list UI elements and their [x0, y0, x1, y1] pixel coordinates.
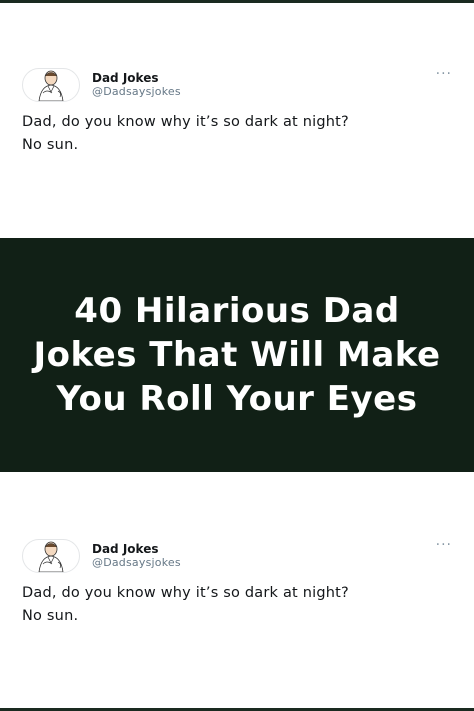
cartoon-dad-avatar-icon [38, 541, 64, 572]
tweet-author: Dad Jokes @Dadsaysjokes [92, 542, 181, 570]
cartoon-dad-avatar-icon [38, 70, 64, 101]
tweet-header: Dad Jokes @Dadsaysjokes ··· [22, 65, 452, 105]
pin-image: Dad Jokes @Dadsaysjokes ··· Dad, do you … [0, 0, 474, 711]
tweet-card-top: Dad Jokes @Dadsaysjokes ··· Dad, do you … [0, 3, 474, 237]
tweet-text: Dad, do you know why it’s so dark at nig… [22, 584, 452, 626]
tweet-text: Dad, do you know why it’s so dark at nig… [22, 113, 452, 155]
tweet-text-line: No sun. [22, 608, 79, 624]
ellipsis-icon[interactable]: ··· [436, 538, 452, 552]
tweet-text-line: Dad, do you know why it’s so dark at nig… [22, 585, 349, 601]
author-handle[interactable]: @Dadsaysjokes [92, 85, 181, 99]
title-banner: 40 Hilarious Dad Jokes That Will Make Yo… [0, 238, 474, 472]
tweet-content: Dad Jokes @Dadsaysjokes ··· Dad, do you … [22, 536, 452, 630]
tweet-author: Dad Jokes @Dadsaysjokes [92, 71, 181, 99]
ellipsis-icon[interactable]: ··· [436, 67, 452, 81]
author-handle[interactable]: @Dadsaysjokes [92, 556, 181, 570]
tweet-card-bottom: Dad Jokes @Dadsaysjokes ··· Dad, do you … [0, 474, 474, 708]
banner-title: 40 Hilarious Dad Jokes That Will Make Yo… [33, 291, 441, 419]
tweet-text-line: No sun. [22, 137, 79, 153]
avatar[interactable] [22, 539, 80, 573]
tweet-content: Dad Jokes @Dadsaysjokes ··· Dad, do you … [22, 65, 452, 159]
author-display-name[interactable]: Dad Jokes [92, 542, 181, 557]
author-display-name[interactable]: Dad Jokes [92, 71, 181, 86]
tweet-header: Dad Jokes @Dadsaysjokes ··· [22, 536, 452, 576]
tweet-text-line: Dad, do you know why it’s so dark at nig… [22, 114, 349, 130]
avatar[interactable] [22, 68, 80, 102]
